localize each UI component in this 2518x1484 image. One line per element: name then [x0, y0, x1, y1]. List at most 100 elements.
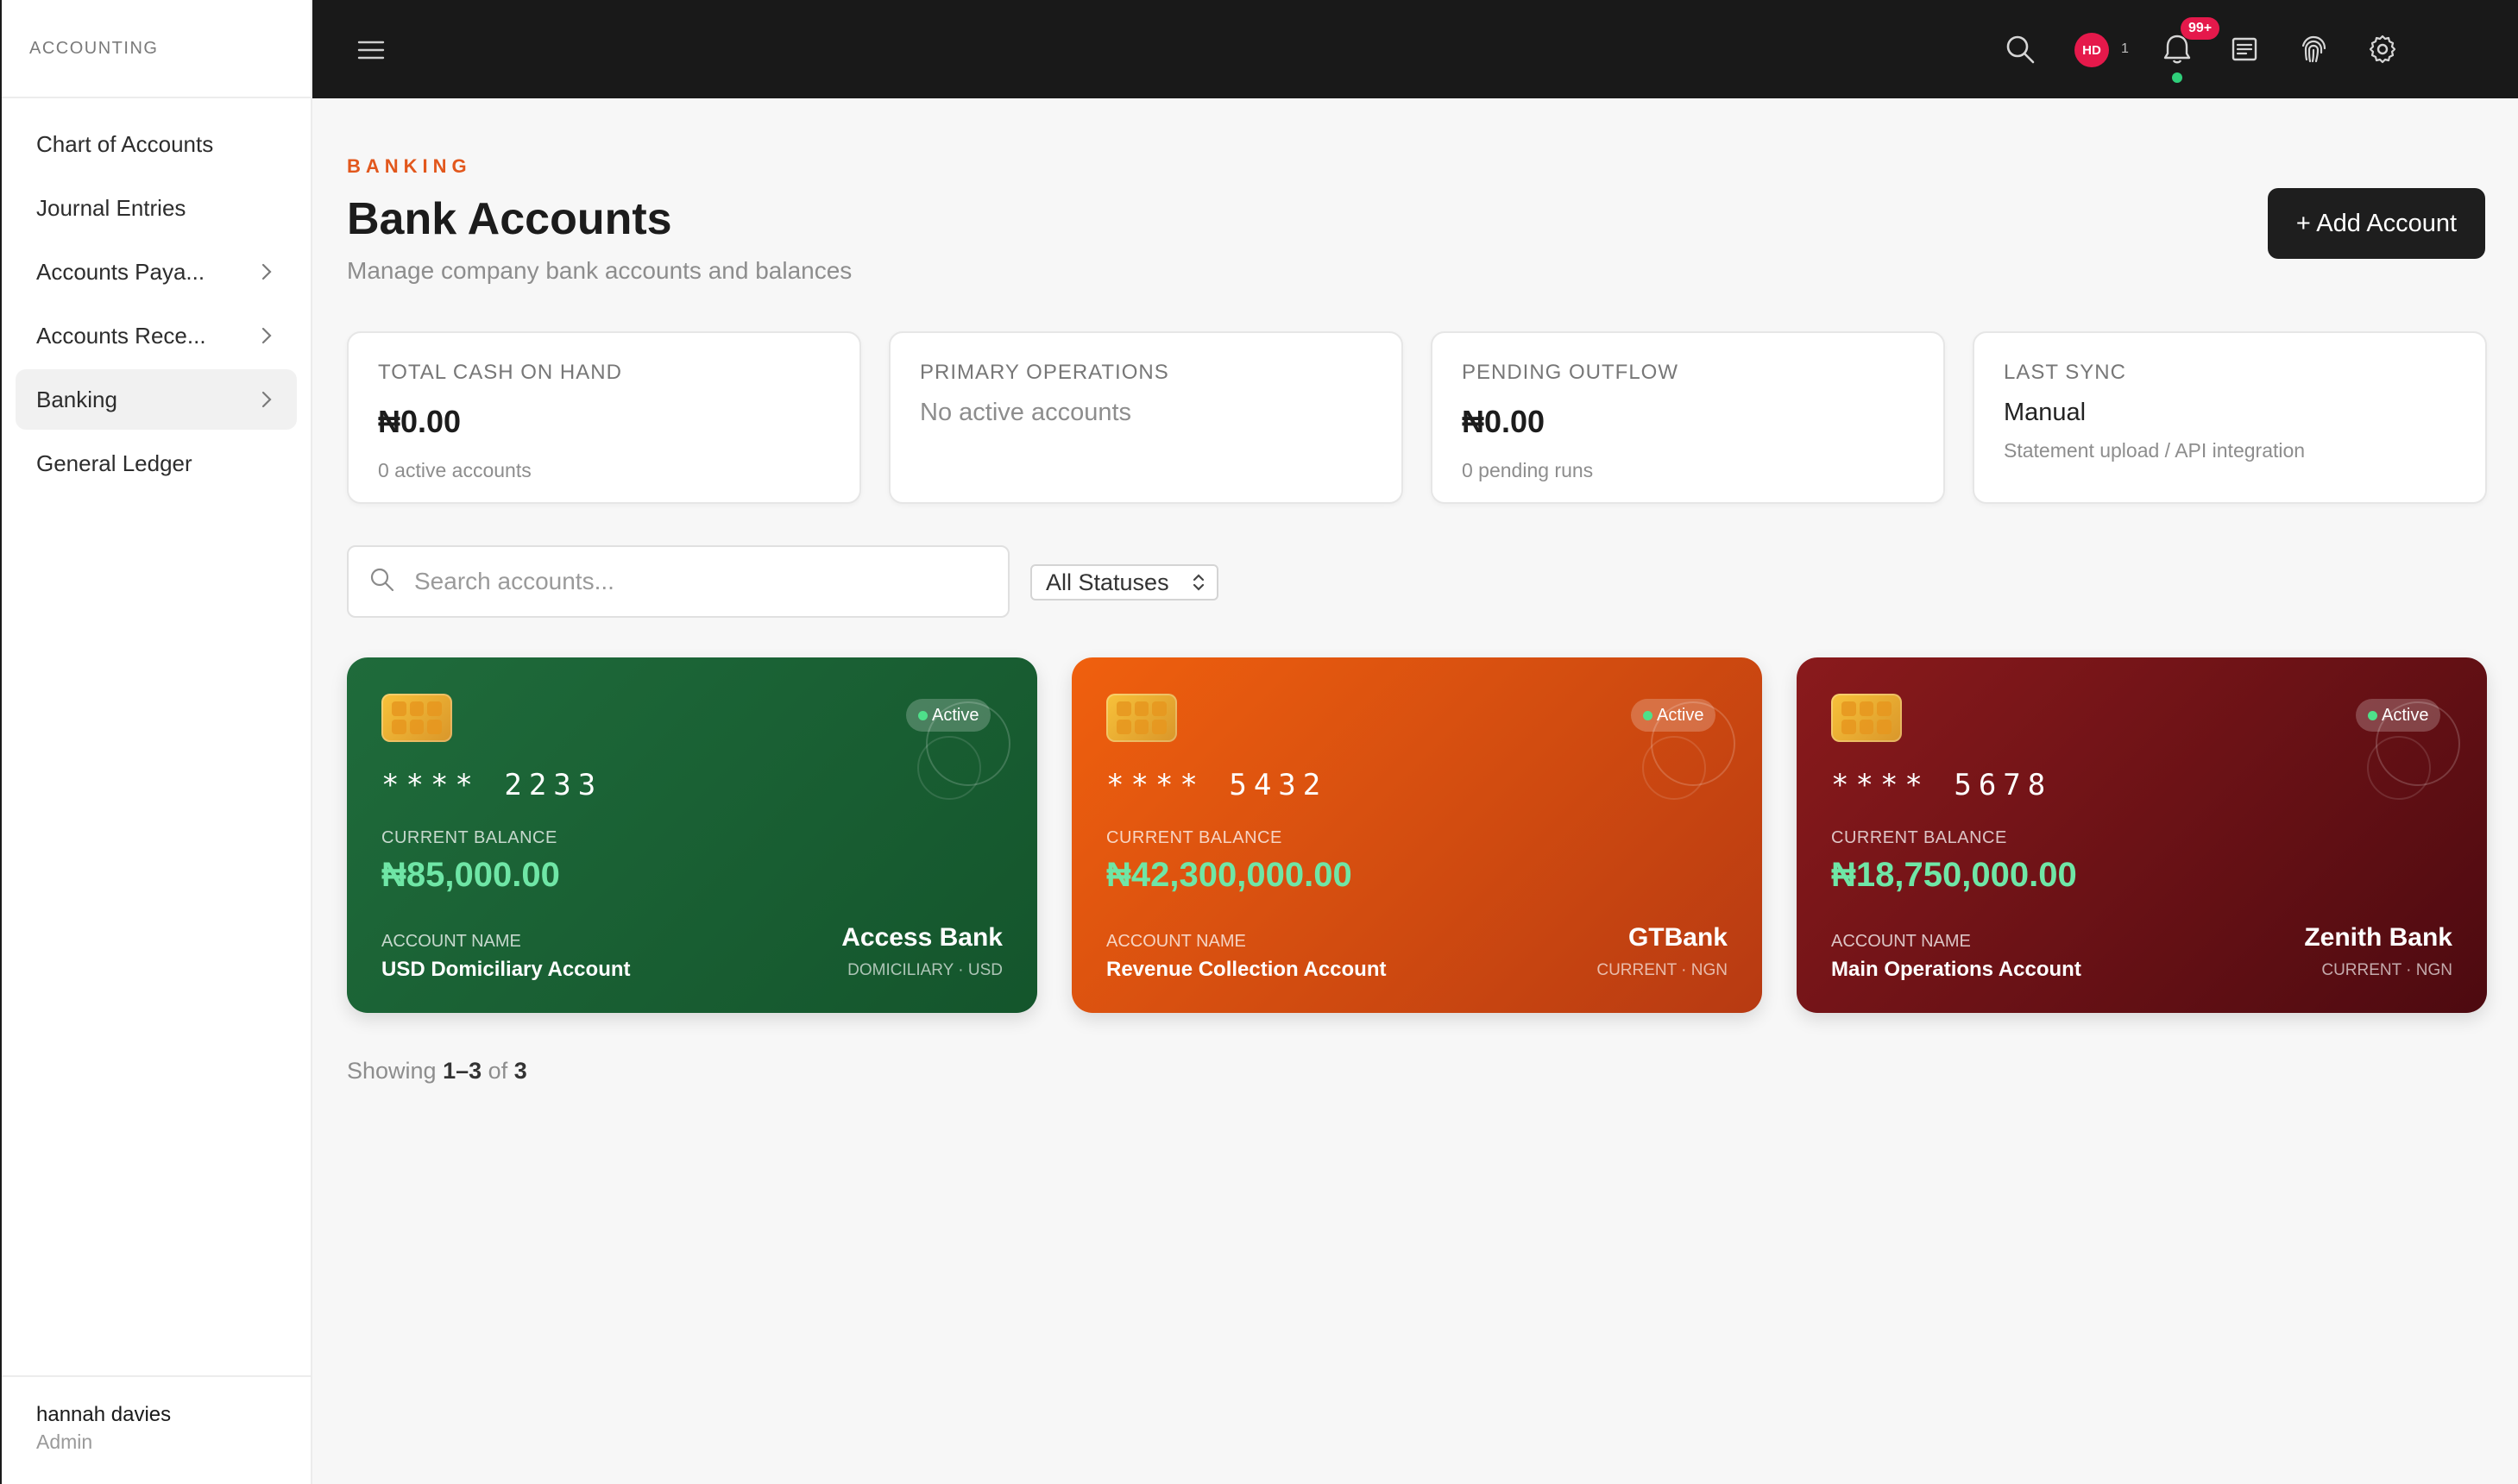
- status-badge-label: Active: [932, 705, 979, 725]
- chevron-right-icon: [257, 390, 276, 409]
- sidebar-item-label: Accounts Rece...: [36, 322, 206, 349]
- balance-label: CURRENT BALANCE: [381, 828, 557, 847]
- sidebar-item-label: Journal Entries: [36, 194, 186, 221]
- status-badge: Active: [906, 699, 991, 732]
- stat-label: LAST SYNC: [2004, 361, 2126, 384]
- sidebar-item-label: Chart of Accounts: [36, 130, 214, 157]
- notification-badge: 99+: [2181, 17, 2220, 40]
- page-eyebrow: BANKING: [347, 155, 472, 177]
- add-account-button[interactable]: + Add Account: [2268, 188, 2485, 259]
- user-role: Admin: [36, 1431, 93, 1453]
- account-name: Main Operations Account: [1831, 958, 2081, 981]
- card-chip-icon: [1106, 694, 1177, 742]
- balance-label: CURRENT BALANCE: [1106, 828, 1282, 847]
- search-bar: [347, 545, 1010, 618]
- stat-label: TOTAL CASH ON HAND: [378, 361, 622, 384]
- chevron-updown-icon: [1191, 571, 1206, 600]
- pagination-of: of: [488, 1058, 508, 1084]
- search-input[interactable]: [414, 568, 966, 595]
- document-icon[interactable]: [2228, 33, 2261, 66]
- bank-account-card-gtbank[interactable]: Active **** 5432 CURRENT BALANCE ₦42,300…: [1072, 657, 1762, 1013]
- account-name-label: ACCOUNT NAME: [381, 932, 521, 951]
- user-name: hannah davies: [36, 1403, 172, 1426]
- stat-note: 0 active accounts: [378, 459, 532, 481]
- masked-card-number: **** 5678: [1831, 768, 2053, 802]
- status-badge: Active: [2356, 699, 2441, 732]
- sidebar-item-accounts-receivable[interactable]: Accounts Rece...: [16, 305, 297, 366]
- pagination-prefix: Showing: [347, 1058, 437, 1084]
- status-dot: [918, 711, 928, 720]
- stat-note: Statement upload / API integration: [2004, 439, 2306, 462]
- sidebar-nav: Chart of Accounts Journal Entries Accoun…: [2, 98, 311, 512]
- account-type: DOMICILIARY · USD: [847, 961, 1003, 979]
- account-name: USD Domiciliary Account: [381, 958, 631, 981]
- stat-card-last-sync: LAST SYNC Manual Statement upload / API …: [1973, 331, 2487, 504]
- card-chip-icon: [1831, 694, 1902, 742]
- main-content: BANKING Bank Accounts Manage company ban…: [312, 98, 2518, 1484]
- balance-label: CURRENT BALANCE: [1831, 828, 2007, 847]
- stat-label: PRIMARY OPERATIONS: [920, 361, 1169, 384]
- stat-value: No active accounts: [920, 399, 1132, 426]
- status-badge: Active: [1631, 699, 1716, 732]
- sidebar-item-label: Banking: [36, 386, 117, 412]
- status-filter-value: All Statuses: [1046, 569, 1169, 595]
- page-subtitle: Manage company bank accounts and balance…: [347, 257, 853, 284]
- status-dot: [1643, 711, 1652, 720]
- sidebar: ACCOUNTING Chart of Accounts Journal Ent…: [0, 0, 312, 1484]
- stat-value: ₦0.00: [1462, 404, 1545, 439]
- sidebar-item-general-ledger[interactable]: General Ledger: [16, 433, 297, 494]
- stat-card-primary-operations: PRIMARY OPERATIONS No active accounts: [889, 331, 1403, 504]
- sidebar-item-accounts-payable[interactable]: Accounts Paya...: [16, 242, 297, 302]
- status-badge-label: Active: [1657, 705, 1704, 725]
- sidebar-item-label: General Ledger: [36, 450, 192, 476]
- pagination-range: 1–3: [443, 1058, 482, 1084]
- sidebar-item-label: Accounts Paya...: [36, 258, 205, 285]
- masked-card-number: **** 2233: [381, 768, 603, 802]
- sidebar-section-title: ACCOUNTING: [2, 0, 311, 98]
- pagination-summary: Showing 1–3 of 3: [347, 1058, 527, 1085]
- stat-value: Manual: [2004, 399, 2087, 426]
- account-type: CURRENT · NGN: [2321, 961, 2452, 979]
- user-profile[interactable]: hannah davies Admin: [2, 1375, 311, 1484]
- search-icon: [369, 567, 395, 597]
- page-title: Bank Accounts: [347, 194, 672, 244]
- chevron-right-icon: [257, 262, 276, 281]
- stat-card-pending-outflow: PENDING OUTFLOW ₦0.00 0 pending runs: [1431, 331, 1945, 504]
- topbar-actions: HD 1 99+: [1983, 0, 2518, 98]
- stats-row: TOTAL CASH ON HAND ₦0.00 0 active accoun…: [347, 331, 2487, 504]
- account-type: CURRENT · NGN: [1596, 961, 1728, 979]
- account-name-label: ACCOUNT NAME: [1831, 932, 1971, 951]
- chevron-right-icon: [257, 326, 276, 345]
- online-status-dot: [2172, 72, 2182, 83]
- stat-note: 0 pending runs: [1462, 459, 1594, 481]
- stat-card-total-cash: TOTAL CASH ON HAND ₦0.00 0 active accoun…: [347, 331, 861, 504]
- card-chip-icon: [381, 694, 452, 742]
- masked-card-number: **** 5432: [1106, 768, 1328, 802]
- bank-name: GTBank: [1627, 923, 1728, 952]
- account-name: Revenue Collection Account: [1106, 958, 1387, 981]
- bank-name: Access Bank: [841, 923, 1003, 952]
- sidebar-item-journal-entries[interactable]: Journal Entries: [16, 178, 297, 238]
- pagination-total: 3: [513, 1058, 527, 1084]
- gear-icon[interactable]: [2366, 33, 2399, 66]
- balance-value: ₦85,000.00: [381, 856, 560, 894]
- avatar[interactable]: HD: [2074, 33, 2109, 67]
- balance-value: ₦18,750,000.00: [1831, 856, 2077, 894]
- status-badge-label: Active: [2382, 705, 2429, 725]
- fingerprint-icon[interactable]: [2297, 33, 2330, 66]
- search-icon[interactable]: [2004, 33, 2036, 66]
- sidebar-item-banking[interactable]: Banking: [16, 369, 297, 430]
- status-filter-select[interactable]: All Statuses: [1030, 564, 1218, 601]
- account-name-label: ACCOUNT NAME: [1106, 932, 1246, 951]
- stat-label: PENDING OUTFLOW: [1462, 361, 1679, 384]
- balance-value: ₦42,300,000.00: [1106, 856, 1352, 894]
- hamburger-menu-icon[interactable]: [356, 35, 387, 66]
- avatar-count: 1: [2121, 41, 2129, 56]
- status-dot: [2368, 711, 2377, 720]
- sidebar-item-chart-of-accounts[interactable]: Chart of Accounts: [16, 114, 297, 174]
- bank-name: Zenith Bank: [2304, 923, 2452, 952]
- bank-account-card-zenith[interactable]: Active **** 5678 CURRENT BALANCE ₦18,750…: [1797, 657, 2487, 1013]
- stat-value: ₦0.00: [378, 404, 462, 439]
- bank-account-card-access[interactable]: Active **** 2233 CURRENT BALANCE ₦85,000…: [347, 657, 1037, 1013]
- topbar: HD 1 99+: [312, 0, 2518, 98]
